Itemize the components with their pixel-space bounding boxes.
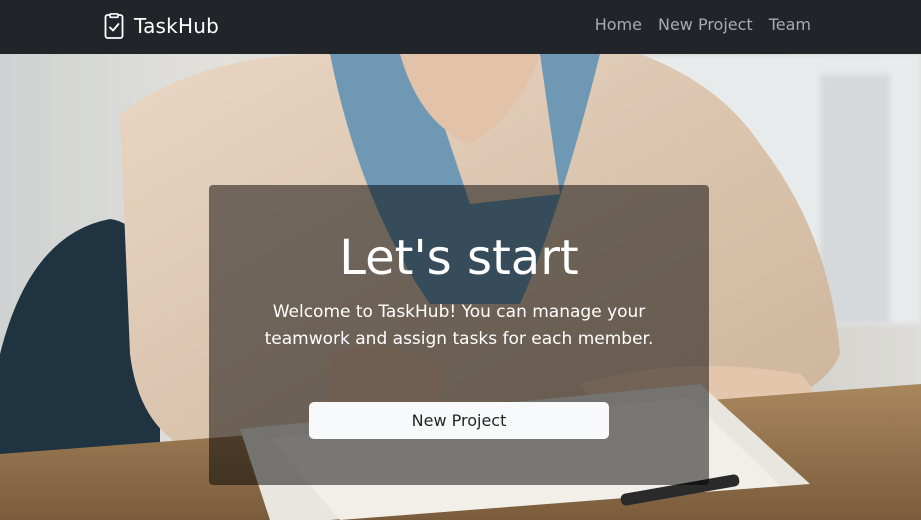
hero-description: Welcome to TaskHub! You can manage your … <box>264 302 654 349</box>
nav-link-team[interactable]: Team <box>769 15 811 35</box>
new-project-button[interactable]: New Project <box>309 402 609 439</box>
hero-title: Let's start <box>339 230 579 286</box>
clipboard-check-icon <box>104 13 124 39</box>
hero-section: Let's start Welcome to TaskHub! You can … <box>0 54 921 520</box>
brand-name: TaskHub <box>134 14 219 38</box>
brand-link[interactable]: TaskHub <box>104 12 219 40</box>
nav-link-new-project[interactable]: New Project <box>658 15 753 35</box>
nav-link-home[interactable]: Home <box>595 15 642 35</box>
nav-links: Home New Project Team <box>595 15 811 35</box>
navbar: TaskHub Home New Project Team <box>0 0 921 54</box>
hero-card: Let's start Welcome to TaskHub! You can … <box>209 185 709 485</box>
